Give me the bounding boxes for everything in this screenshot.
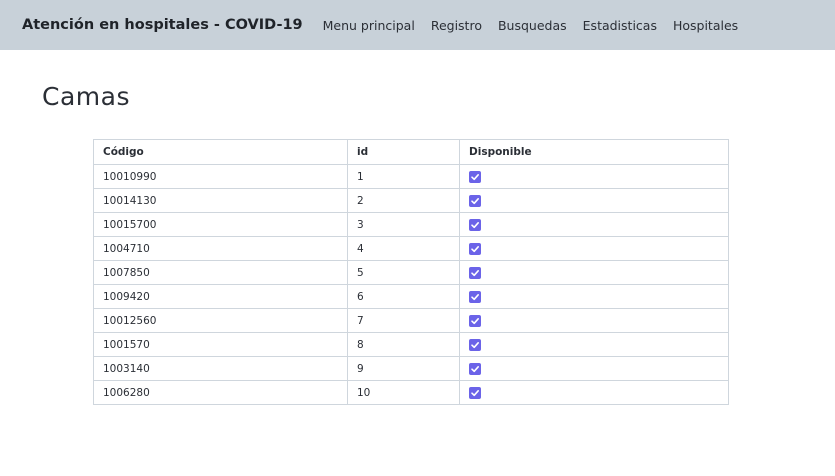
table-body: 10010990 1 10014130 2 10015700 3 1004710 4 10078… bbox=[93, 164, 729, 405]
check-icon bbox=[471, 341, 479, 348]
cell-codigo: 10012560 bbox=[93, 308, 348, 333]
column-header-id: id bbox=[347, 139, 460, 165]
cell-codigo: 1007850 bbox=[93, 260, 348, 285]
cell-id: 2 bbox=[347, 188, 460, 213]
check-icon bbox=[471, 293, 479, 300]
cell-codigo: 10015700 bbox=[93, 212, 348, 237]
cell-id: 3 bbox=[347, 212, 460, 237]
check-icon bbox=[471, 221, 479, 228]
table-row: 10014130 2 bbox=[93, 188, 729, 213]
table-row: 1007850 5 bbox=[93, 260, 729, 285]
table-header-row: Código id Disponible bbox=[93, 139, 729, 165]
check-icon bbox=[471, 389, 479, 396]
disponible-checkbox[interactable] bbox=[469, 314, 481, 327]
check-icon bbox=[471, 173, 479, 180]
cell-disponible bbox=[459, 308, 729, 333]
brand-title[interactable]: Atención en hospitales - COVID-19 bbox=[22, 17, 303, 33]
cell-id: 10 bbox=[347, 380, 460, 405]
camas-table: Código id Disponible 10010990 1 10014130 2 1… bbox=[93, 139, 729, 405]
cell-id: 4 bbox=[347, 236, 460, 261]
table-row: 10015700 3 bbox=[93, 212, 729, 237]
cell-codigo: 1001570 bbox=[93, 332, 348, 357]
table-row: 1004710 4 bbox=[93, 236, 729, 261]
nav-item-busquedas[interactable]: Busquedas bbox=[498, 18, 567, 33]
check-icon bbox=[471, 245, 479, 252]
disponible-checkbox[interactable] bbox=[469, 362, 481, 375]
cell-codigo: 1003140 bbox=[93, 356, 348, 381]
cell-disponible bbox=[459, 284, 729, 309]
column-header-disponible: Disponible bbox=[459, 139, 729, 165]
cell-disponible bbox=[459, 212, 729, 237]
cell-disponible bbox=[459, 164, 729, 189]
disponible-checkbox[interactable] bbox=[469, 266, 481, 279]
nav-links: Menu principal Registro Busquedas Estadi… bbox=[323, 18, 755, 33]
cell-disponible bbox=[459, 260, 729, 285]
nav-item-estadisticas[interactable]: Estadisticas bbox=[583, 18, 657, 33]
disponible-checkbox[interactable] bbox=[469, 386, 481, 399]
cell-disponible bbox=[459, 236, 729, 261]
cell-codigo: 1006280 bbox=[93, 380, 348, 405]
cell-codigo: 1009420 bbox=[93, 284, 348, 309]
cell-id: 7 bbox=[347, 308, 460, 333]
column-header-codigo: Código bbox=[93, 139, 348, 165]
table-row: 1001570 8 bbox=[93, 332, 729, 357]
cell-id: 5 bbox=[347, 260, 460, 285]
cell-disponible bbox=[459, 332, 729, 357]
cell-disponible bbox=[459, 356, 729, 381]
cell-id: 6 bbox=[347, 284, 460, 309]
cell-id: 9 bbox=[347, 356, 460, 381]
page-title: Camas bbox=[42, 82, 130, 111]
nav-item-registro[interactable]: Registro bbox=[431, 18, 482, 33]
disponible-checkbox[interactable] bbox=[469, 290, 481, 303]
cell-codigo: 1004710 bbox=[93, 236, 348, 261]
disponible-checkbox[interactable] bbox=[469, 242, 481, 255]
table-row: 1003140 9 bbox=[93, 356, 729, 381]
check-icon bbox=[471, 269, 479, 276]
cell-codigo: 10014130 bbox=[93, 188, 348, 213]
table-row: 1006280 10 bbox=[93, 380, 729, 405]
table-row: 10012560 7 bbox=[93, 308, 729, 333]
nav-item-hospitales[interactable]: Hospitales bbox=[673, 18, 738, 33]
cell-disponible bbox=[459, 380, 729, 405]
disponible-checkbox[interactable] bbox=[469, 338, 481, 351]
disponible-checkbox[interactable] bbox=[469, 194, 481, 207]
table-row: 1009420 6 bbox=[93, 284, 729, 309]
cell-codigo: 10010990 bbox=[93, 164, 348, 189]
nav-item-menu-principal[interactable]: Menu principal bbox=[323, 18, 415, 33]
check-icon bbox=[471, 317, 479, 324]
cell-disponible bbox=[459, 188, 729, 213]
navbar: Atención en hospitales - COVID-19 Menu p… bbox=[0, 0, 835, 50]
check-icon bbox=[471, 197, 479, 204]
cell-id: 1 bbox=[347, 164, 460, 189]
camas-table-container: Código id Disponible 10010990 1 10014130 2 1… bbox=[93, 139, 729, 405]
check-icon bbox=[471, 365, 479, 372]
disponible-checkbox[interactable] bbox=[469, 170, 481, 183]
disponible-checkbox[interactable] bbox=[469, 218, 481, 231]
table-row: 10010990 1 bbox=[93, 164, 729, 189]
cell-id: 8 bbox=[347, 332, 460, 357]
